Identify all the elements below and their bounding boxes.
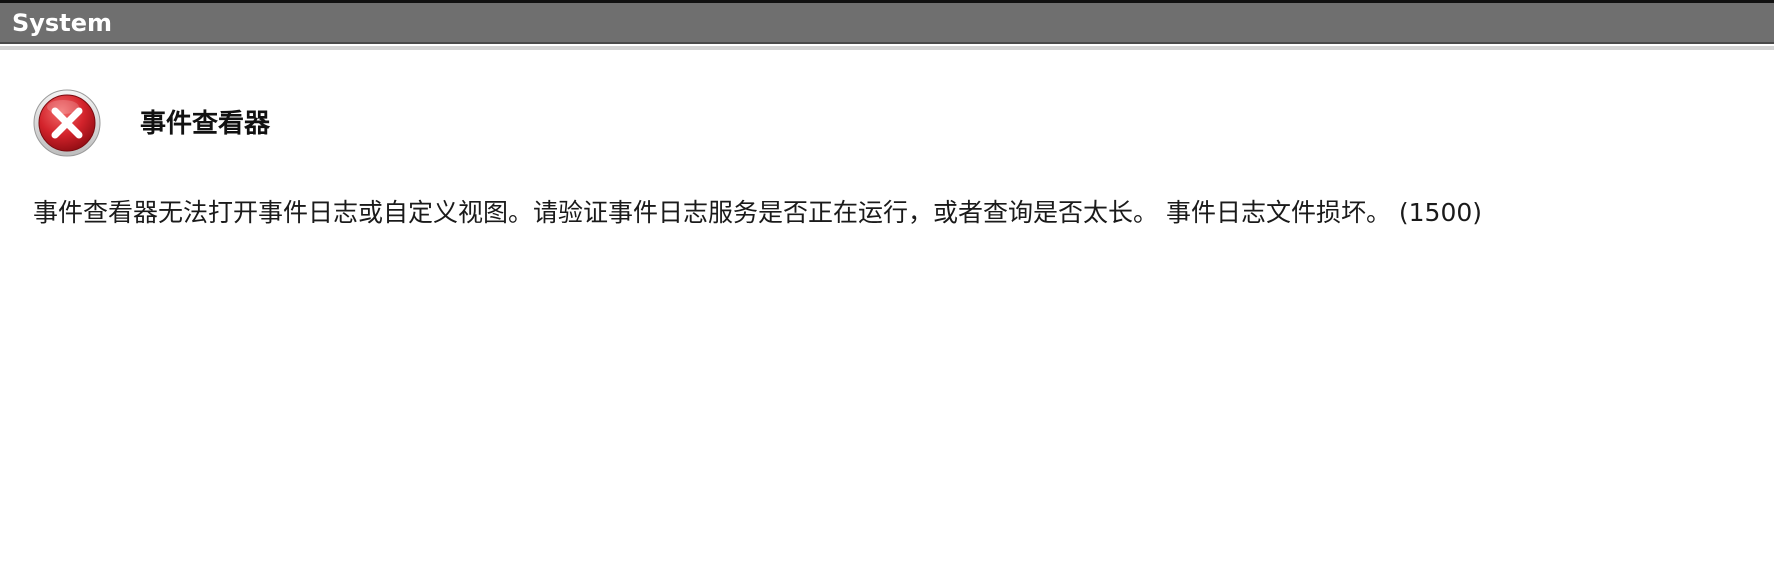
title-bar-divider	[0, 46, 1774, 50]
error-dialog-window: System 事件查看器 事件查看器无法打开事件日志或自定义视图。请验证事件日志…	[0, 0, 1774, 568]
error-message: 事件查看器无法打开事件日志或自定义视图。请验证事件日志服务是否正在运行，或者查询…	[33, 198, 1483, 227]
title-bar[interactable]: System	[0, 3, 1774, 44]
error-icon	[33, 89, 101, 157]
window-title: System	[12, 9, 112, 37]
dialog-heading: 事件查看器	[140, 109, 271, 139]
